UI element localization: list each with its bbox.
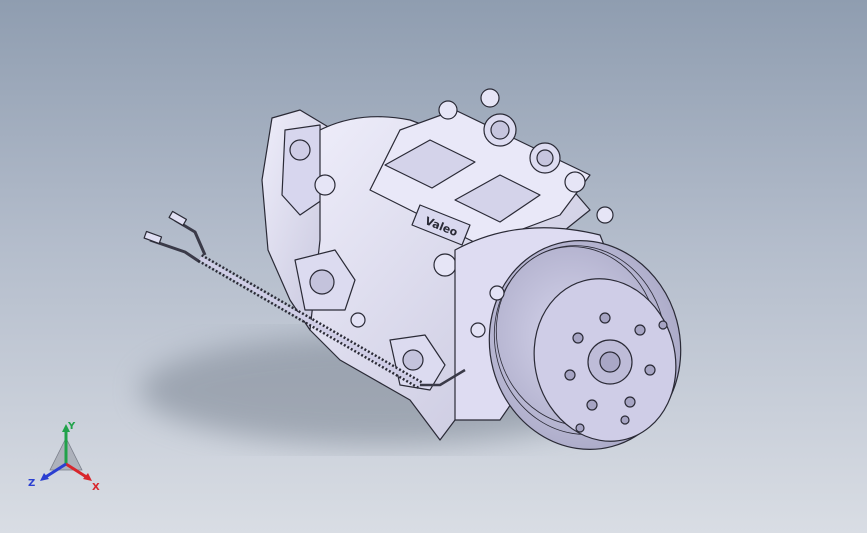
z-axis-label: Z <box>28 478 35 489</box>
mount-hole <box>309 269 335 295</box>
housing-bolt <box>470 322 486 338</box>
bolt-boss <box>438 100 458 120</box>
rear-flange <box>281 124 323 216</box>
compressor-model[interactable]: Valeo <box>0 0 867 533</box>
discharge-port-inner <box>536 149 554 167</box>
clutch-rivet <box>575 423 585 433</box>
bolt-boss <box>596 206 614 224</box>
bolt-boss <box>314 174 336 196</box>
x-axis-label: X <box>92 482 100 492</box>
clutch-hole <box>564 369 576 381</box>
suction-port-inner <box>490 120 510 140</box>
housing-bolt <box>489 285 505 301</box>
clutch-hole <box>586 399 598 411</box>
housing-bolt <box>350 312 366 328</box>
rear-port <box>289 139 311 161</box>
clutch-hole <box>599 312 611 324</box>
orientation-triad[interactable]: Y X Z <box>28 420 104 492</box>
3d-viewport[interactable]: Valeo Y X Z <box>0 0 867 533</box>
bolt-boss <box>433 253 457 277</box>
clutch-rivet <box>658 320 668 330</box>
clutch-hole <box>572 332 584 344</box>
y-axis-label: Y <box>67 421 76 432</box>
clutch-hole <box>624 396 636 408</box>
clutch-hole <box>644 364 656 376</box>
clutch-rivet <box>620 415 630 425</box>
bolt-boss <box>480 88 500 108</box>
clutch-hole <box>634 324 646 336</box>
bolt-boss <box>564 171 586 193</box>
mount-hole <box>402 349 424 371</box>
clutch-hub-nut <box>599 351 621 373</box>
wire-connector <box>143 230 163 245</box>
